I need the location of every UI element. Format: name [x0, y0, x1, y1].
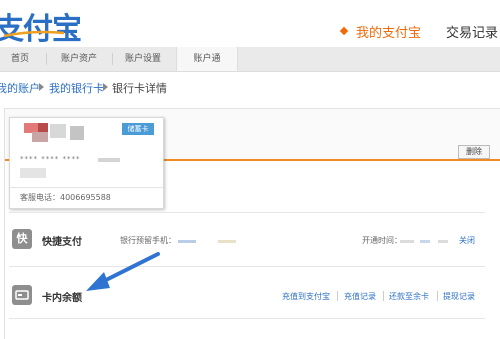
annotation-arrow-icon — [86, 252, 160, 291]
